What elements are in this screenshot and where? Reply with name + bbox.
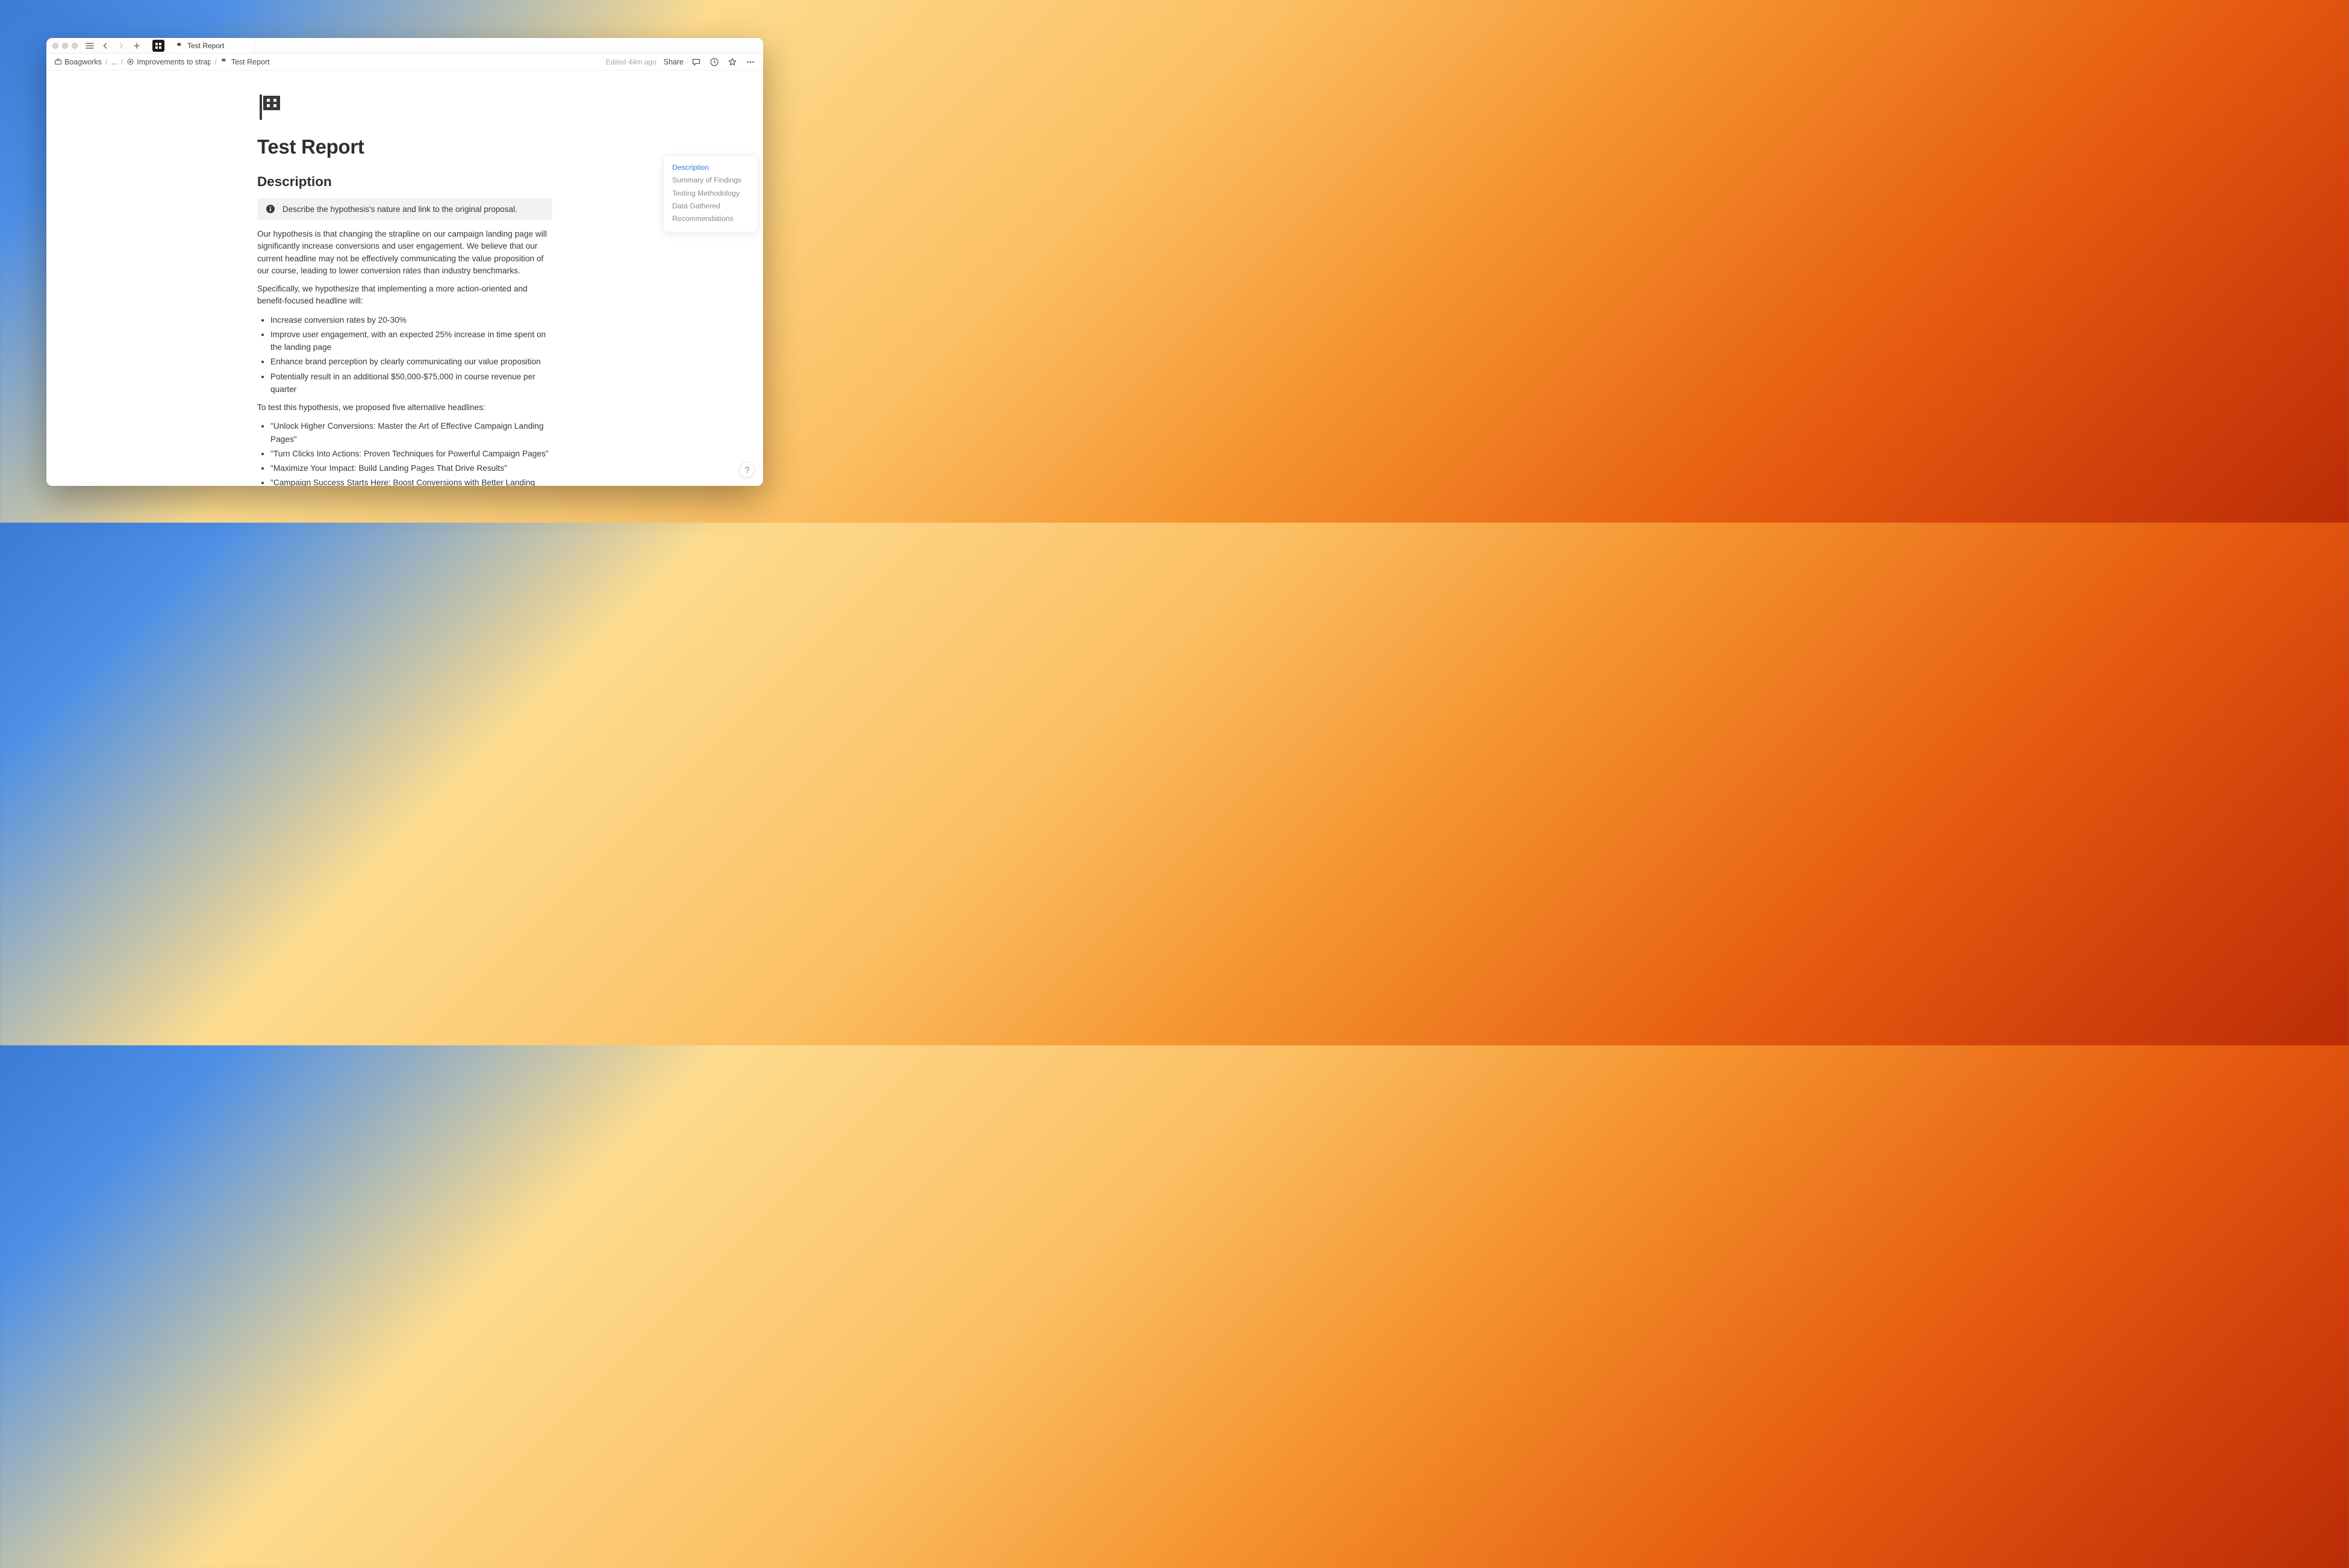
breadcrumb-separator: /: [121, 58, 123, 66]
breadcrumb-ellipsis[interactable]: ...: [111, 58, 117, 66]
page-scroll[interactable]: Test Report Description Describe the hyp…: [46, 70, 763, 486]
comments-icon[interactable]: [691, 57, 702, 67]
breadcrumb-mid[interactable]: Improvements to strapl...: [126, 58, 211, 66]
breadcrumb-mid-label: Improvements to strapl...: [137, 58, 211, 66]
section-description-heading[interactable]: Description: [257, 174, 552, 190]
outline-item[interactable]: Testing Methodology: [672, 187, 749, 200]
list-item[interactable]: "Maximize Your Impact: Build Landing Pag…: [270, 462, 552, 474]
paragraph[interactable]: Specifically, we hypothesize that implem…: [257, 283, 552, 308]
app-window: Test Report Boagworks / ... / Improvemen…: [46, 38, 763, 486]
zoom-window-button[interactable]: [72, 43, 78, 49]
callout-text: Describe the hypothesis's nature and lin…: [282, 205, 517, 214]
list-item[interactable]: Improve user engagement, with an expecte…: [270, 328, 552, 353]
workspace-icon[interactable]: [152, 40, 164, 52]
breadcrumb-leaf-label: Test Report: [231, 58, 270, 66]
bullet-list[interactable]: "Unlock Higher Conversions: Master the A…: [257, 420, 552, 486]
breadcrumb-root-label: Boagworks: [64, 58, 102, 66]
list-item[interactable]: Increase conversion rates by 20-30%: [270, 314, 552, 326]
page-content: Test Report Description Describe the hyp…: [257, 95, 552, 486]
titlebar: Test Report: [46, 38, 763, 54]
bullet-list[interactable]: Increase conversion rates by 20-30% Impr…: [257, 314, 552, 396]
outline-panel: Description Summary of Findings Testing …: [663, 155, 758, 232]
back-button[interactable]: [99, 40, 111, 52]
breadcrumb-separator: /: [105, 58, 107, 66]
list-item[interactable]: Potentially result in an additional $50,…: [270, 370, 552, 396]
favorite-icon[interactable]: [727, 57, 738, 67]
minimize-window-button[interactable]: [62, 43, 68, 49]
flag-icon: [220, 58, 229, 66]
callout-block[interactable]: Describe the hypothesis's nature and lin…: [257, 198, 552, 220]
list-item[interactable]: Enhance brand perception by clearly comm…: [270, 355, 552, 368]
close-window-button[interactable]: [52, 43, 58, 49]
outline-item[interactable]: Data Gathered: [672, 200, 749, 213]
tab-current[interactable]: Test Report: [170, 38, 255, 53]
outline-item[interactable]: Description: [672, 161, 749, 174]
breadcrumb: Boagworks / ... / Improvements to strapl…: [54, 58, 270, 66]
page-emoji-icon[interactable]: [257, 95, 285, 122]
forward-button[interactable]: [115, 40, 127, 52]
outline-item[interactable]: Summary of Findings: [672, 174, 749, 187]
paragraph[interactable]: To test this hypothesis, we proposed fiv…: [257, 402, 552, 414]
page: Test Report Description Describe the hyp…: [46, 70, 763, 486]
info-icon: [266, 204, 275, 214]
more-icon[interactable]: [745, 57, 756, 67]
breadcrumb-leaf[interactable]: Test Report: [220, 58, 270, 66]
history-icon[interactable]: [709, 57, 720, 67]
tab-title: Test Report: [187, 42, 224, 50]
list-item[interactable]: "Unlock Higher Conversions: Master the A…: [270, 420, 552, 445]
header-actions: Edited 44m ago Share: [606, 57, 756, 67]
window-controls: [50, 43, 80, 49]
breadcrumb-root[interactable]: Boagworks: [54, 58, 102, 66]
paragraph[interactable]: Our hypothesis is that changing the stra…: [257, 228, 552, 277]
share-button[interactable]: Share: [664, 58, 684, 66]
new-tab-button[interactable]: [131, 40, 143, 52]
outline-item[interactable]: Recommendations: [672, 213, 749, 225]
last-edited-label: Edited 44m ago: [606, 58, 657, 66]
list-item[interactable]: "Turn Clicks Into Actions: Proven Techni…: [270, 447, 552, 460]
target-icon: [126, 58, 134, 66]
flag-icon: [175, 42, 184, 50]
breadcrumb-separator: /: [214, 58, 216, 66]
briefcase-icon: [54, 58, 62, 66]
list-item[interactable]: "Campaign Success Starts Here: Boost Con…: [270, 476, 552, 486]
help-button[interactable]: [739, 462, 755, 478]
page-title[interactable]: Test Report: [257, 135, 552, 158]
header-bar: Boagworks / ... / Improvements to strapl…: [46, 54, 763, 70]
sidebar-toggle-icon[interactable]: [84, 40, 96, 52]
